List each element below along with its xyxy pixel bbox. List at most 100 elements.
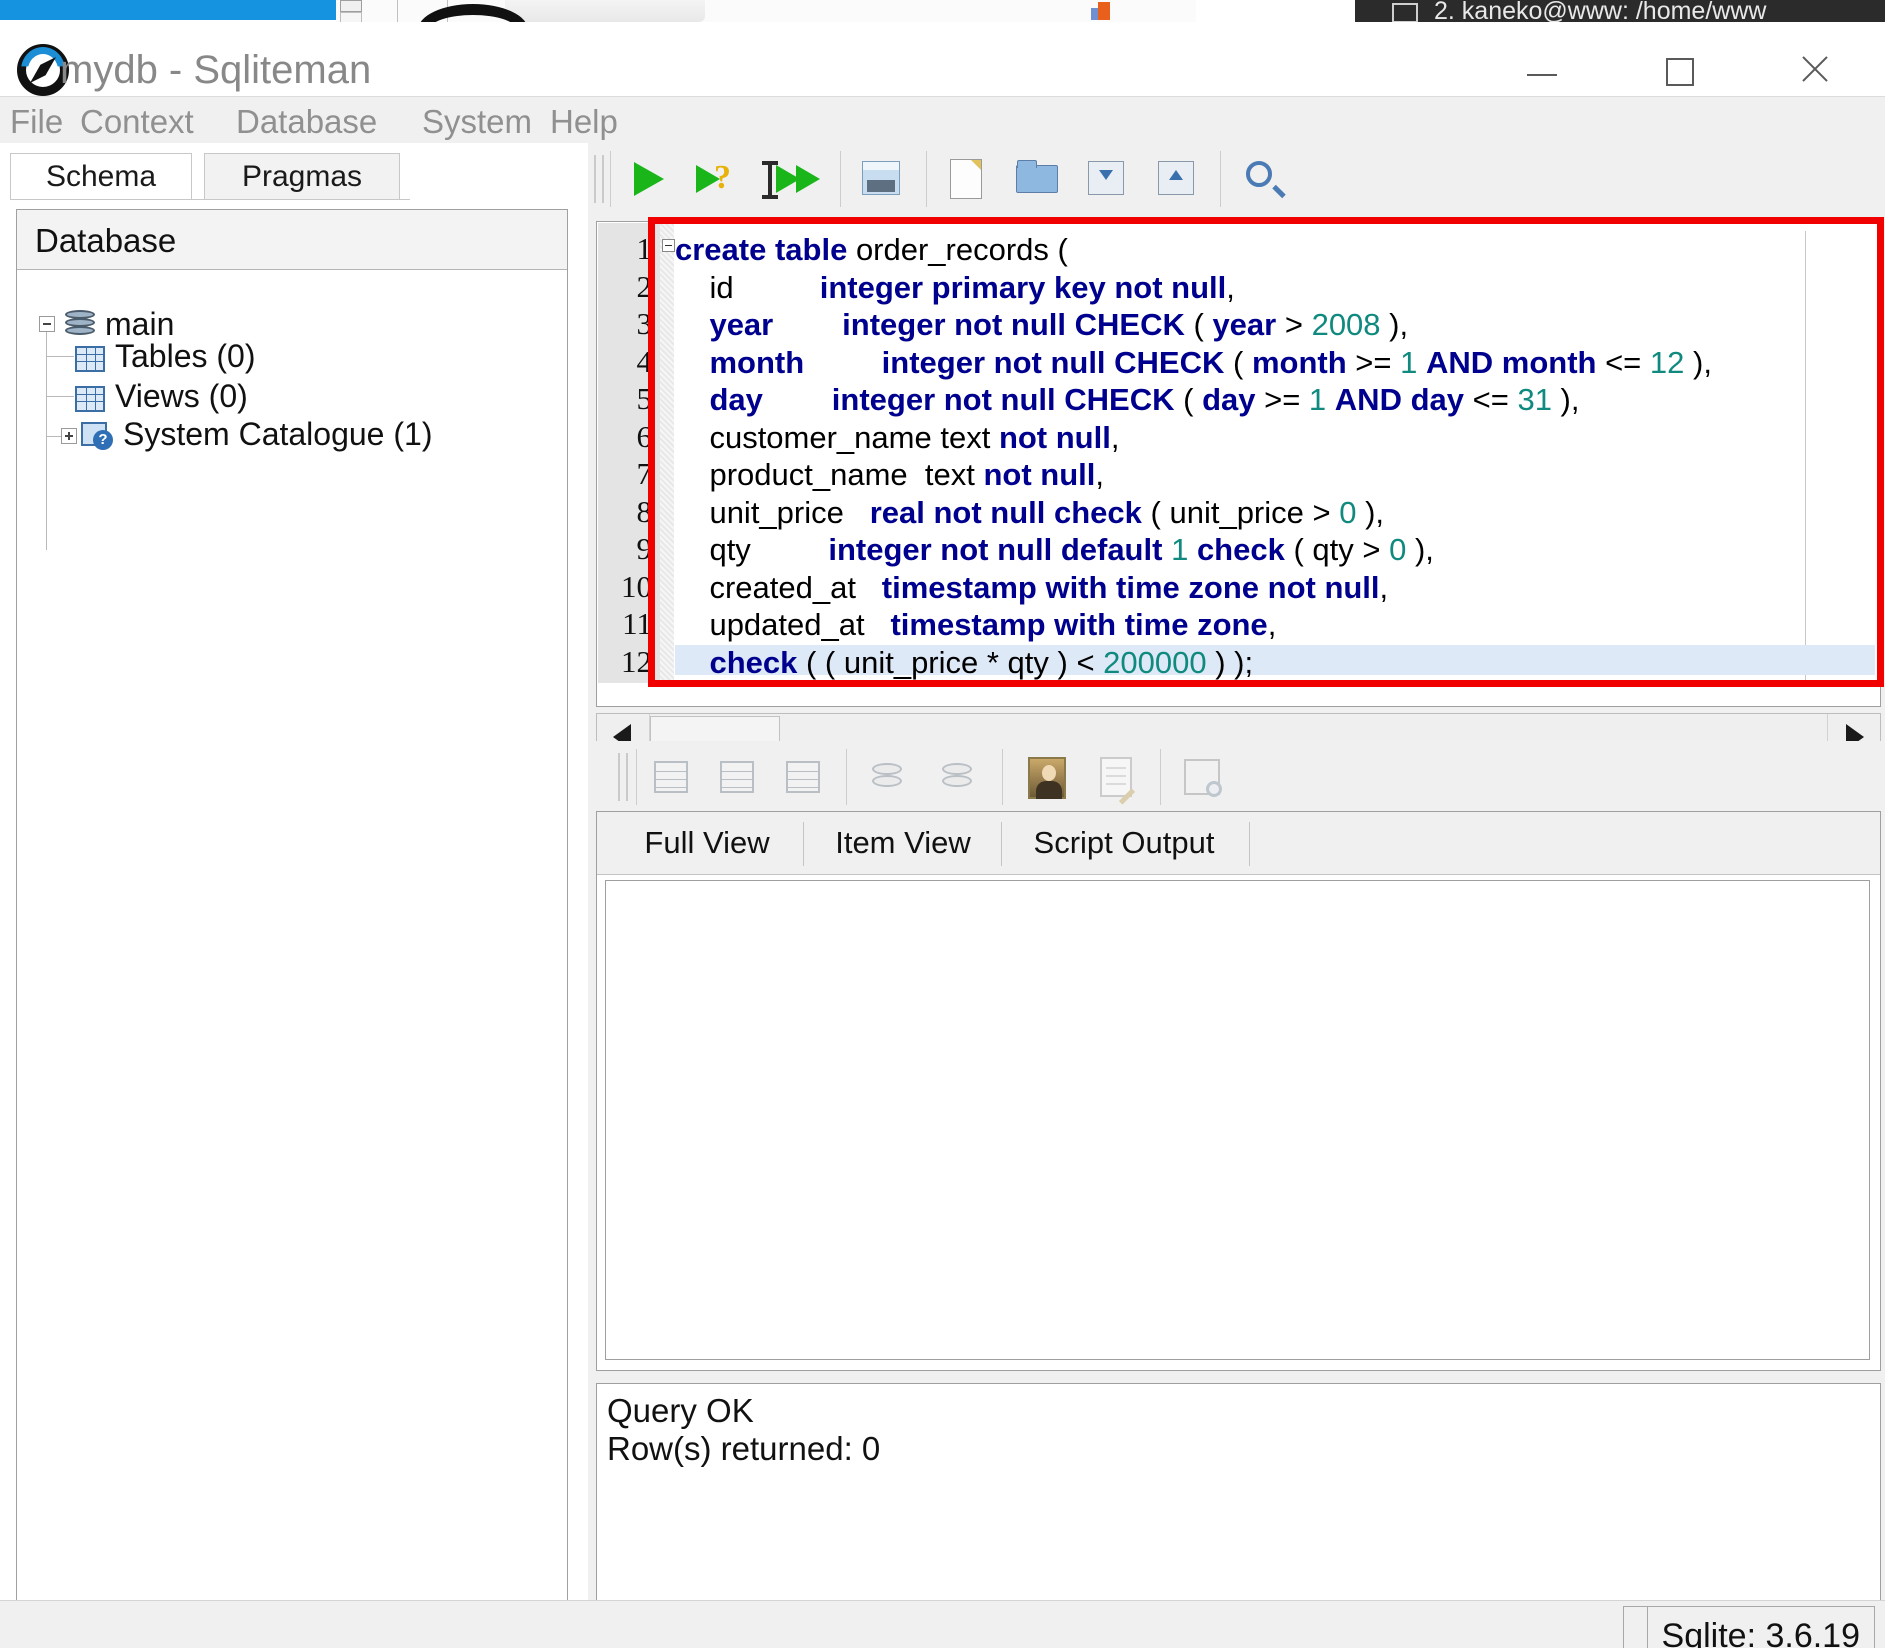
code-line[interactable]: month integer not null CHECK ( month >= … [675, 345, 1712, 380]
menu-help[interactable]: Help [546, 103, 622, 141]
code-token: ), [1551, 382, 1580, 417]
results-toolbar-separator-2 [846, 749, 847, 805]
code-line[interactable]: unit_price real not null check ( unit_pr… [675, 495, 1384, 530]
code-token: text [940, 419, 991, 455]
magnifier-icon [1246, 161, 1286, 199]
maximize-button[interactable] [1648, 48, 1712, 90]
create-view-button[interactable] [850, 151, 912, 207]
line-number: 7 [636, 456, 653, 491]
menu-context[interactable]: Context [76, 103, 198, 141]
code-token: , [1267, 607, 1277, 642]
run-step-button[interactable] [758, 151, 820, 207]
find-button[interactable] [1230, 151, 1292, 207]
toolbar-separator-2 [840, 151, 841, 207]
tree-header-label: Database [35, 222, 177, 259]
background-blue-window [0, 0, 336, 20]
tab-pragmas[interactable]: Pragmas [204, 153, 400, 200]
menu-system[interactable]: System [418, 103, 536, 141]
code-token: ( qty > [1284, 532, 1390, 567]
menu-database[interactable]: Database [232, 103, 381, 141]
catalogue-icon: ? [81, 422, 115, 452]
duplicate-row-button[interactable] [706, 749, 768, 805]
new-document-icon [950, 159, 982, 199]
code-token: unit_price [675, 494, 870, 530]
line-number: 8 [636, 493, 653, 529]
sql-editor[interactable]: 1 2 3 4 5 6 7 8 9 10 11 12 create table order_recor… [596, 221, 1881, 707]
table-properties-button[interactable] [1172, 749, 1234, 805]
fold-toggle-icon[interactable] [662, 239, 675, 252]
save-sql-button[interactable] [1076, 151, 1138, 207]
code-token: ( [1224, 344, 1252, 380]
run-sql-button[interactable] [618, 151, 680, 207]
tree-node-tables[interactable]: Tables (0) [115, 338, 256, 375]
line-number: 10 [621, 568, 652, 604]
code-token: year [709, 307, 774, 342]
code-line[interactable]: created_at timestamp with time zone not … [675, 570, 1388, 605]
code-token: AND [1425, 344, 1494, 380]
edit-note-icon [1100, 757, 1136, 805]
menu-file[interactable]: File [6, 103, 67, 141]
code-area[interactable]: create table order_records ( id integer … [675, 226, 1875, 682]
insert-row-button[interactable] [640, 749, 702, 805]
code-line[interactable]: check ( ( unit_price * qty ) < 200000 ) … [675, 644, 1875, 680]
table-grid-icon [75, 346, 105, 372]
edit-text-button[interactable] [1086, 749, 1148, 805]
code-token: integer not null default [828, 532, 1163, 567]
fold-margin[interactable] [660, 223, 675, 683]
code-token: , [1379, 569, 1389, 605]
code-line[interactable]: qty integer not null default 1 check ( q… [675, 532, 1433, 567]
delete-row-button[interactable] [772, 749, 834, 805]
minimize-button[interactable] [1510, 48, 1574, 90]
code-token: , [1226, 269, 1235, 305]
results-toolbar-grip[interactable] [618, 753, 628, 801]
line-number: 9 [636, 531, 653, 566]
tree-node-views[interactable]: Views (0) [115, 378, 248, 415]
open-sql-button[interactable] [1006, 151, 1068, 207]
code-token: product_name [675, 457, 925, 492]
close-icon [1782, 48, 1846, 90]
new-sql-button[interactable] [936, 151, 998, 207]
message-panel[interactable]: Query OK Row(s) returned: 0 [596, 1383, 1881, 1633]
code-line[interactable]: customer_name text not null, [675, 420, 1119, 455]
view-blob-button[interactable] [1016, 749, 1078, 805]
close-button[interactable] [1782, 48, 1846, 90]
results-tab-separator-2 [1001, 822, 1002, 866]
tab-script-output[interactable]: Script Output [1011, 814, 1237, 872]
code-line[interactable]: day integer not null CHECK ( day >= 1 AN… [675, 382, 1579, 417]
duplicate-row-icon [720, 761, 754, 793]
code-token: check [1196, 532, 1285, 567]
code-token: order_records ( [855, 232, 1068, 267]
tree-expander-main[interactable] [39, 316, 55, 332]
tab-full-view[interactable]: Full View [617, 814, 797, 872]
rollback-button[interactable] [926, 749, 988, 805]
code-line[interactable]: year integer not null CHECK ( year > 200… [675, 307, 1408, 342]
code-line[interactable]: id integer primary key not null, [675, 270, 1234, 305]
code-token: ( unit_price > [1141, 494, 1340, 530]
code-token: day [709, 382, 763, 417]
menubar: File Context Database System Help [0, 96, 1885, 144]
sql-toolbar: ? [588, 143, 1885, 216]
table-settings-icon [1184, 759, 1222, 797]
code-token: >= [1346, 344, 1401, 380]
code-line[interactable]: product_name text not null, [675, 457, 1104, 492]
tree-node-system-catalogue[interactable]: System Catalogue (1) [123, 416, 432, 453]
tree-expander-catalogue[interactable] [61, 428, 77, 444]
tab-schema[interactable]: Schema [10, 153, 192, 200]
run-explain-button[interactable]: ? [688, 151, 750, 207]
toolbar-grip[interactable] [594, 155, 604, 203]
schema-tree[interactable]: Database main Tables (0) Views (0) ? Sys… [16, 209, 568, 1648]
code-line[interactable]: create table order_records ( [675, 232, 1068, 267]
save-as-sql-button[interactable] [1146, 151, 1208, 207]
code-line[interactable]: updated_at timestamp with time zone, [675, 607, 1276, 642]
tab-item-view[interactable]: Item View [813, 814, 993, 872]
results-grid[interactable] [605, 880, 1870, 1360]
code-token: day [1202, 382, 1256, 417]
commit-button[interactable] [856, 749, 918, 805]
code-token: 1 [1308, 382, 1327, 417]
